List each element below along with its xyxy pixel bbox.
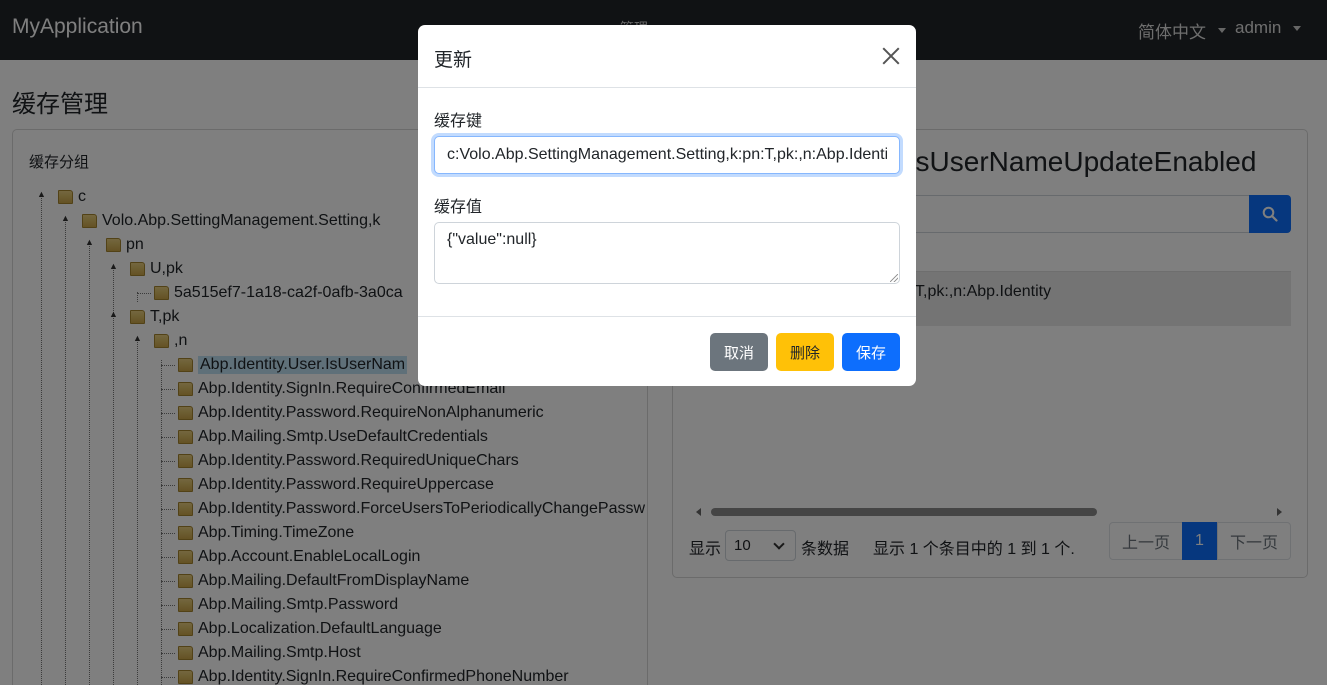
resize-grip-icon[interactable]	[890, 274, 898, 282]
modal-header-divider	[418, 87, 916, 88]
cache-value-label: 缓存值	[434, 199, 483, 216]
modal-title: 更新	[434, 50, 473, 71]
delete-button[interactable]: 删除	[776, 333, 834, 371]
close-icon[interactable]	[880, 45, 902, 67]
cancel-button[interactable]: 取消	[710, 333, 768, 371]
cache-key-input[interactable]	[434, 136, 900, 174]
cache-key-label: 缓存键	[434, 113, 483, 130]
modal-footer-divider	[418, 316, 916, 317]
update-modal: 更新 缓存键 缓存值 {"value":null} 取消 删除 保存	[418, 25, 916, 386]
save-button[interactable]: 保存	[842, 333, 900, 371]
cache-value-textarea[interactable]: {"value":null}	[434, 222, 900, 284]
